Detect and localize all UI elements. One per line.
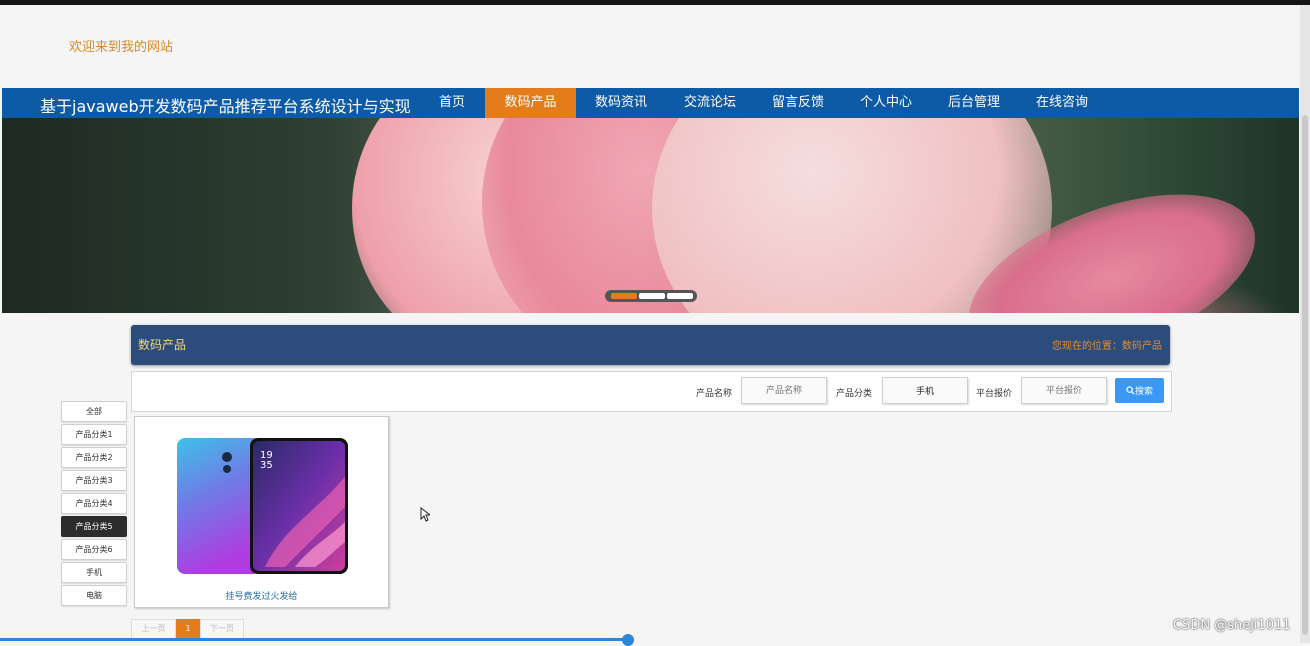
carousel-dot-1[interactable] [611,293,637,299]
nav-item-forum[interactable]: 交流论坛 [666,88,754,118]
category-1[interactable]: 产品分类1 [61,424,127,445]
window-top-bar [0,0,1310,5]
pagination-next[interactable]: 下一页 [200,619,244,639]
product-image [177,438,348,574]
nav-item-user-center[interactable]: 个人中心 [842,88,930,118]
phone-clock: 19 35 [260,450,273,471]
pagination-current[interactable]: 1 [176,619,200,639]
main-nav: 基于javaweb开发数码产品推荐平台系统设计与实现 首页 数码产品 数码资讯 … [2,88,1299,118]
nav-item-admin[interactable]: 后台管理 [930,88,1018,118]
mouse-cursor-icon [420,507,430,522]
banner-carousel[interactable] [2,118,1299,313]
category-computer[interactable]: 电脑 [61,585,127,606]
category-5[interactable]: 产品分类5 [61,516,127,537]
nav-item-home[interactable]: 首页 [422,88,482,118]
category-6[interactable]: 产品分类6 [61,539,127,560]
product-name-input[interactable] [741,377,827,404]
product-card[interactable]: 19 35 挂号费发过火发给 [134,416,389,608]
search-bar: 产品名称 产品分类 平台报价 搜索 [131,371,1172,412]
vertical-scrollbar-thumb[interactable] [1302,115,1308,635]
horizontal-progress-knob[interactable] [622,634,634,646]
nav-item-online-consult[interactable]: 在线咨询 [1018,88,1106,118]
pagination-prev[interactable]: 上一页 [131,619,176,639]
platform-price-input[interactable] [1021,377,1107,404]
nav-item-digital-products[interactable]: 数码产品 [485,88,576,118]
carousel-dot-3[interactable] [667,293,693,299]
site-title: 基于javaweb开发数码产品推荐平台系统设计与实现 [40,97,411,116]
category-3[interactable]: 产品分类3 [61,470,127,491]
phone-back [177,438,261,574]
watermark: CSDN @sheji1011 [1173,618,1291,633]
product-category-label: 产品分类 [836,389,873,399]
welcome-text: 欢迎来到我的网站 [69,40,174,55]
product-name-label: 产品名称 [696,389,733,399]
search-button-label: 搜索 [1134,387,1153,397]
nav-item-feedback[interactable]: 留言反馈 [754,88,842,118]
nav-item-digital-news[interactable]: 数码资讯 [576,88,666,118]
category-phone[interactable]: 手机 [61,562,127,583]
product-category-input[interactable] [882,377,968,404]
product-name: 挂号费发过火发给 [225,592,298,602]
carousel-dot-2[interactable] [639,293,665,299]
section-header: 数码产品 您现在的位置：数码产品 [131,325,1170,365]
horizontal-progress-track[interactable] [0,638,628,641]
vertical-scrollbar[interactable] [1300,5,1310,643]
search-icon [1126,386,1135,395]
carousel-indicator [605,290,697,302]
category-4[interactable]: 产品分类4 [61,493,127,514]
category-2[interactable]: 产品分类2 [61,447,127,468]
phone-camera-2 [223,465,231,473]
platform-price-label: 平台报价 [976,389,1013,399]
search-button[interactable]: 搜索 [1115,378,1164,403]
phone-camera [222,452,232,462]
category-all[interactable]: 全部 [61,401,127,422]
breadcrumb: 您现在的位置：数码产品 [1052,341,1162,352]
section-title: 数码产品 [138,338,187,352]
